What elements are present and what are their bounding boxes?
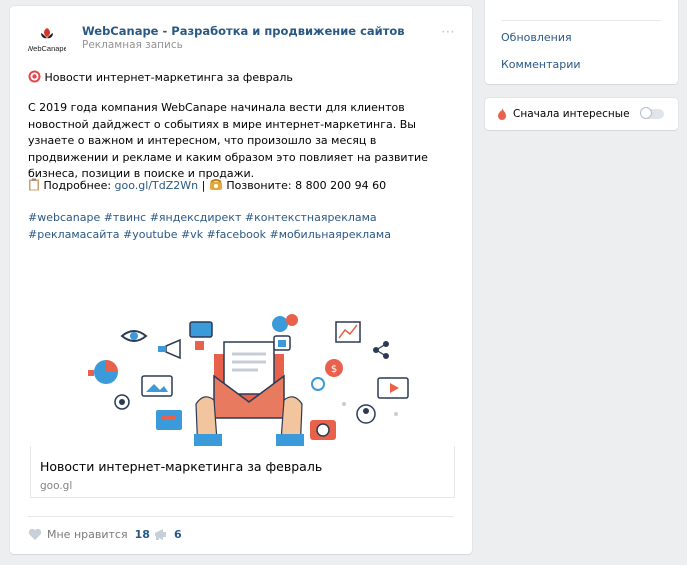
chart-icon (335, 321, 361, 343)
menu-item-updates[interactable]: Обновления (501, 31, 572, 44)
post-headline: Новости интернет-маркетинга за февраль (28, 70, 458, 87)
share-count: 6 (174, 528, 182, 541)
call-prefix: Позвоните: (226, 179, 292, 192)
menu-divider (502, 20, 661, 21)
divider: | (201, 179, 206, 192)
link-preview-domain: goo.gl (40, 480, 73, 492)
post-author-link[interactable]: WebCanape - Разработка и продвижение сай… (82, 24, 405, 38)
share-icon (373, 341, 389, 359)
menu-item-comments[interactable]: Комментарии (501, 58, 581, 71)
camera-icon (310, 420, 336, 440)
feed-menu: Обновления Комментарии (485, 0, 678, 84)
phone-icon (209, 179, 222, 190)
interesting-first-filter: Сначала интересные (485, 98, 678, 130)
interesting-first-toggle[interactable] (640, 107, 664, 119)
megaphone-icon (158, 338, 181, 360)
divider-line (28, 516, 454, 517)
post-body: С 2019 года компания WebCanape начинала … (28, 101, 428, 180)
toggle-knob (640, 107, 652, 119)
more-options-icon[interactable]: ⋯ (441, 24, 456, 40)
details-prefix: Подробнее: (43, 179, 112, 192)
heart-icon (28, 528, 42, 540)
user-icon (356, 404, 376, 424)
like-count: 18 (134, 528, 150, 541)
filter-label: Сначала интересные (513, 108, 630, 120)
eye-icon (120, 330, 148, 342)
svg-text:$: $ (331, 364, 337, 375)
target-icon (28, 70, 41, 83)
clipboard-icon (29, 178, 39, 191)
hashtags[interactable]: #webcanape #твинс #яндексдирект #контекс… (28, 210, 458, 243)
logo-text: WebCanape (28, 44, 66, 53)
newsletter-illustration[interactable]: $ (78, 306, 413, 454)
phone-number: 8 800 200 94 60 (295, 179, 387, 192)
envelope-icon (213, 341, 285, 419)
link-preview[interactable]: Новости интернет-маркетинга за февраль g… (30, 446, 455, 498)
post-contacts: Подробнее: goo.gl/TdZ2Wn | Позвоните: 8 … (28, 178, 458, 195)
post-card: WebCanape WebCanape - Разработка и продв… (10, 6, 472, 554)
video-icon (377, 377, 409, 399)
webcanape-logo[interactable]: WebCanape (28, 25, 66, 55)
headline-text: Новости интернет-маркетинга за февраль (44, 71, 293, 84)
share-button[interactable]: 6 (153, 528, 182, 541)
details-link[interactable]: goo.gl/TdZ2Wn (115, 179, 199, 192)
like-icon (273, 335, 291, 351)
link-preview-title[interactable]: Новости интернет-маркетинга за февраль (40, 459, 322, 474)
login-card-icon (156, 410, 182, 430)
fire-icon (498, 108, 506, 120)
chat-icon (272, 314, 298, 332)
share-megaphone-icon (155, 529, 166, 540)
like-label: Мне нравится (47, 528, 128, 541)
like-button[interactable]: Мне нравится 18 (28, 528, 150, 541)
money-icon: $ (325, 359, 343, 377)
post-subtitle: Рекламная запись (82, 39, 183, 51)
